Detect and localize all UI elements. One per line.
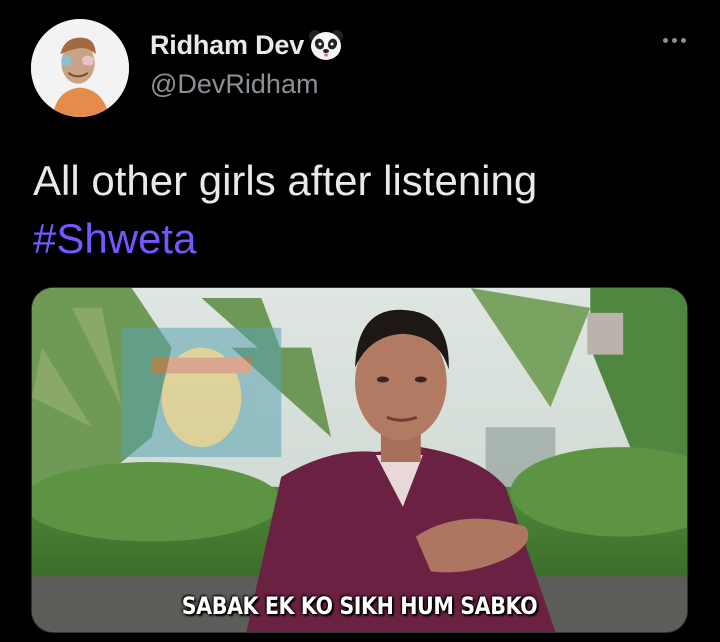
display-name[interactable]: Ridham Dev — [150, 30, 304, 61]
more-options-icon[interactable] — [663, 38, 686, 43]
tweet-body: All other girls after listening — [33, 157, 538, 204]
user-handle[interactable]: @DevRidham — [150, 69, 318, 100]
profile-avatar-icon — [31, 19, 129, 117]
hashtag-link[interactable]: #Shweta — [33, 210, 693, 268]
panda-icon — [308, 28, 344, 62]
user-name-row[interactable]: Ridham Dev — [150, 28, 344, 62]
meme-image — [32, 288, 687, 632]
tweet-text: All other girls after listening #Shweta — [33, 152, 693, 268]
tweet-media-image[interactable]: SABAK EK KO SIKH HUM SABKO — [31, 287, 688, 633]
meme-caption: SABAK EK KO SIKH HUM SABKO — [181, 592, 538, 620]
avatar[interactable] — [31, 19, 129, 117]
